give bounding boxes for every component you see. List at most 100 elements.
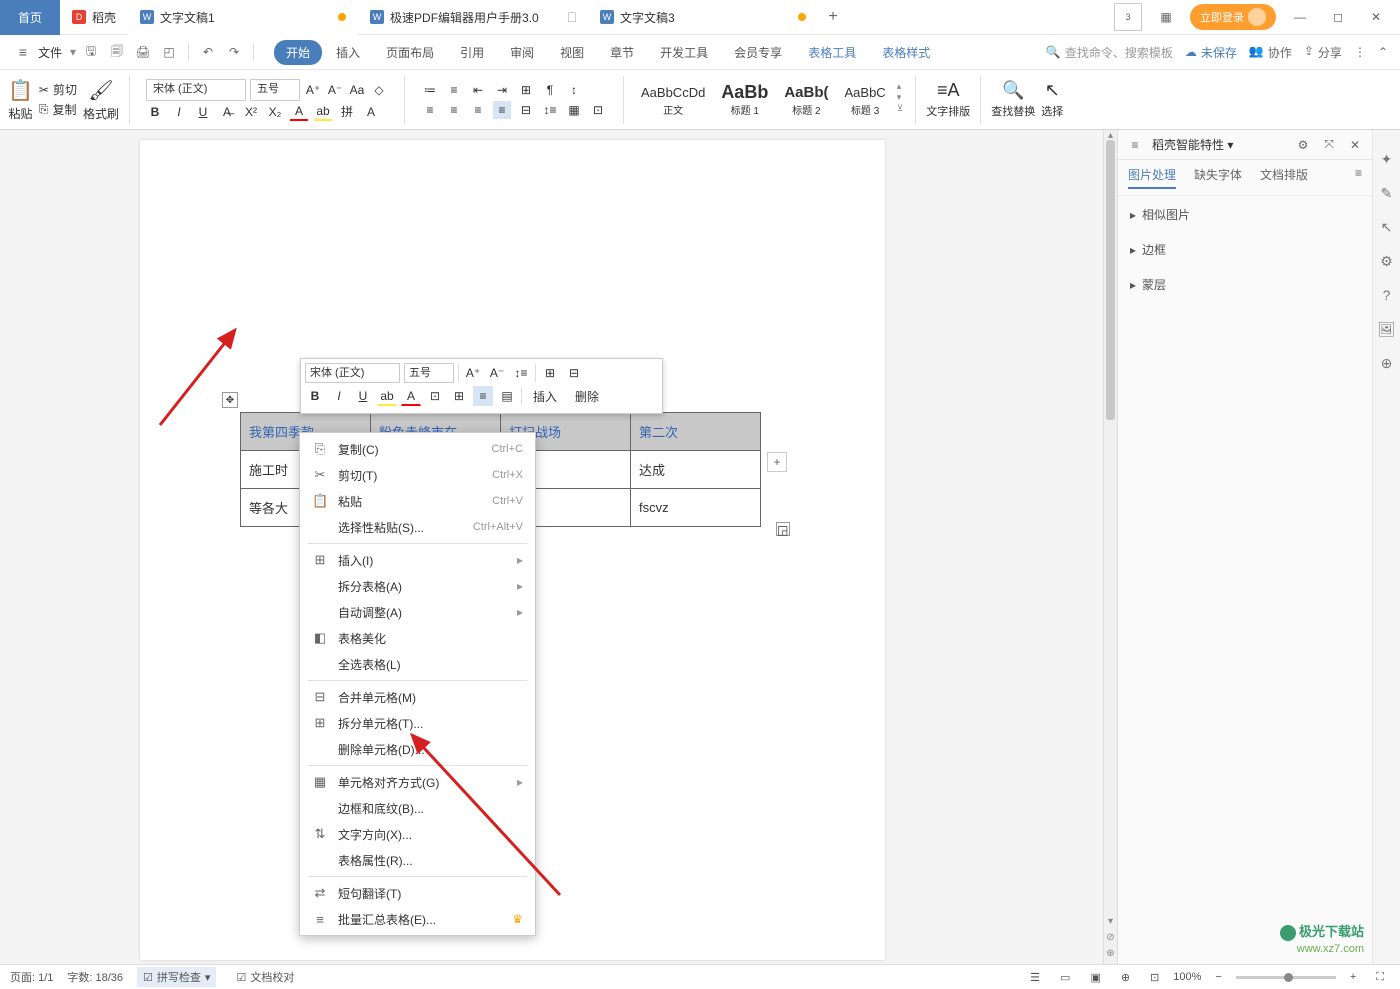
ribbon-tab-insert[interactable]: 插入: [324, 40, 372, 65]
superscript-button[interactable]: X²: [242, 103, 260, 121]
qat-preview[interactable]: ◰: [158, 41, 180, 63]
distribute-button[interactable]: ⊟: [517, 101, 535, 119]
phonetic-button[interactable]: 拼: [338, 103, 356, 121]
mini-highlight[interactable]: ab: [377, 386, 397, 406]
document-area[interactable]: ✥ 我第四季款 粉色赤峰市在 打扫战场 第二次 施工时 出 达成 等各大 fsc…: [0, 130, 1103, 964]
qat-saveas[interactable]: 🗐: [106, 41, 128, 63]
ctx-batch-summary[interactable]: ≡批量汇总表格(E)...♛: [300, 906, 535, 932]
ctx-paste-special[interactable]: 选择性粘贴(S)...Ctrl+Alt+V: [300, 514, 535, 540]
qat-print[interactable]: 🖨: [132, 41, 154, 63]
page-down-button[interactable]: ⊕: [1104, 948, 1117, 964]
ctx-cut[interactable]: ✂剪切(T)Ctrl+X: [300, 462, 535, 488]
side-help-icon[interactable]: ?: [1378, 286, 1396, 304]
table-cell[interactable]: 达成: [631, 451, 761, 489]
mini-delete-button[interactable]: 删除: [568, 386, 606, 406]
unsaved-indicator[interactable]: ☁未保存: [1185, 44, 1237, 61]
scroll-down-button[interactable]: ▾: [1104, 916, 1117, 932]
zoom-out-button[interactable]: −: [1209, 969, 1227, 985]
grow-font-button[interactable]: A⁺: [304, 81, 322, 99]
mini-insert-table-icon[interactable]: ⊞: [540, 363, 560, 383]
zoom-level[interactable]: 100%: [1173, 971, 1201, 983]
ribbon-tab-tabletools[interactable]: 表格工具: [796, 40, 868, 65]
tab-doc3[interactable]: W文字文稿3: [588, 0, 818, 35]
side-tools-icon[interactable]: ⊕: [1378, 354, 1396, 372]
vertical-scrollbar[interactable]: ▴ ▾ ⊘ ⊕: [1103, 130, 1117, 964]
qat-redo[interactable]: ↷: [223, 41, 245, 63]
rp-item-similar[interactable]: ▸相似图片: [1130, 206, 1360, 223]
ctx-paste[interactable]: 📋粘贴Ctrl+V: [300, 488, 535, 514]
collapse-ribbon-icon[interactable]: ⌃: [1378, 45, 1388, 59]
text-layout-button[interactable]: ≡A文字排版: [926, 80, 970, 119]
mini-grow-font[interactable]: A⁺: [463, 363, 483, 383]
shading-button[interactable]: ▦: [565, 101, 583, 119]
zoom-slider[interactable]: [1236, 976, 1336, 979]
close-icon[interactable]: ⎕: [568, 9, 576, 26]
underline-button[interactable]: U: [194, 103, 212, 121]
rp-tab-layout[interactable]: 文档排版: [1260, 166, 1308, 189]
ribbon-tab-view[interactable]: 视图: [548, 40, 596, 65]
maximize-button[interactable]: ◻: [1324, 3, 1352, 31]
fit-button[interactable]: ⛶: [1370, 969, 1390, 986]
mini-size-select[interactable]: 五号: [404, 363, 454, 383]
minimize-button[interactable]: —: [1286, 3, 1314, 31]
ctx-beautify[interactable]: ◧表格美化: [300, 625, 535, 651]
ribbon-tab-vip[interactable]: 会员专享: [722, 40, 794, 65]
copy-button[interactable]: ⎘复制: [39, 101, 77, 119]
font-color-button[interactable]: A: [290, 103, 308, 121]
ctx-copy[interactable]: ⎘复制(C)Ctrl+C: [300, 436, 535, 462]
ctx-insert[interactable]: ⊞插入(I)▸: [300, 547, 535, 573]
tab-daoke[interactable]: D稻壳: [60, 0, 128, 35]
side-cursor-icon[interactable]: ↖: [1378, 218, 1396, 236]
style-normal[interactable]: AaBbCcDd正文: [634, 79, 712, 120]
pin-icon[interactable]: ⤧: [1320, 136, 1338, 154]
ribbon-tab-chapter[interactable]: 章节: [598, 40, 646, 65]
indent-inc-button[interactable]: ⇥: [493, 81, 511, 99]
mini-merge[interactable]: ⊞: [449, 386, 469, 406]
mini-italic[interactable]: I: [329, 386, 349, 406]
ribbon-tab-tablestyle[interactable]: 表格样式: [870, 40, 942, 65]
close-button[interactable]: ✕: [1362, 3, 1390, 31]
style-h3[interactable]: AaBbC标题 3: [838, 79, 893, 120]
ctx-select-all[interactable]: 全选表格(L): [300, 651, 535, 677]
numbering-button[interactable]: ≡: [445, 81, 463, 99]
find-replace-button[interactable]: 🔍查找替换: [991, 80, 1035, 119]
zoom-in-button[interactable]: +: [1344, 969, 1362, 985]
change-case-button[interactable]: Aa: [348, 81, 366, 99]
tab-home[interactable]: 首页: [0, 0, 60, 35]
ribbon-tab-start[interactable]: 开始: [274, 40, 322, 65]
spellcheck-toggle[interactable]: ☑拼写检查▾: [137, 967, 216, 987]
italic-button[interactable]: I: [170, 103, 188, 121]
rp-tab-image[interactable]: 图片处理: [1128, 166, 1176, 189]
styles-gallery[interactable]: AaBbCcDd正文 AaBb标题 1 AaBb(标题 2 AaBbC标题 3 …: [634, 79, 905, 120]
align-left-button[interactable]: ≡: [421, 101, 439, 119]
style-h1[interactable]: AaBb标题 1: [714, 79, 775, 120]
ctx-autofit[interactable]: 自动调整(A)▸: [300, 599, 535, 625]
command-search[interactable]: 🔍查找命令、搜索模板: [1046, 44, 1173, 61]
line-spacing-button[interactable]: ↕≡: [541, 101, 559, 119]
clear-format-button[interactable]: ◇: [370, 81, 388, 99]
side-image-icon[interactable]: 🖼: [1378, 320, 1396, 338]
mini-shading[interactable]: ▤: [497, 386, 517, 406]
page-up-button[interactable]: ⊘: [1104, 932, 1117, 948]
new-tab-button[interactable]: +: [818, 8, 848, 26]
mini-font-color[interactable]: A: [401, 386, 421, 406]
ribbon-tab-ref[interactable]: 引用: [448, 40, 496, 65]
qat-save[interactable]: 🖫: [80, 41, 102, 63]
more-icon[interactable]: ⋮: [1354, 45, 1366, 59]
mini-insert-button[interactable]: 插入: [526, 386, 564, 406]
apps-icon[interactable]: ▦: [1152, 3, 1180, 31]
add-column-button[interactable]: +: [767, 452, 787, 472]
file-menu[interactable]: 文件: [38, 44, 62, 61]
scroll-thumb[interactable]: [1106, 140, 1115, 420]
status-words[interactable]: 字数: 18/36: [67, 969, 123, 985]
table-cell[interactable]: 第二次: [631, 413, 761, 451]
view-mode-page[interactable]: ▭: [1054, 969, 1076, 986]
ribbon-tab-review[interactable]: 审阅: [498, 40, 546, 65]
sort-button[interactable]: ↕: [565, 81, 583, 99]
mini-font-select[interactable]: 宋体 (正文): [305, 363, 400, 383]
style-h2[interactable]: AaBb(标题 2: [777, 79, 835, 120]
tab-pdf[interactable]: W极速PDF编辑器用户手册3.0⎕: [358, 0, 588, 35]
ctx-merge-cells[interactable]: ⊟合并单元格(M): [300, 684, 535, 710]
align-center-button[interactable]: ≡: [445, 101, 463, 119]
char-border-button[interactable]: A: [362, 103, 380, 121]
